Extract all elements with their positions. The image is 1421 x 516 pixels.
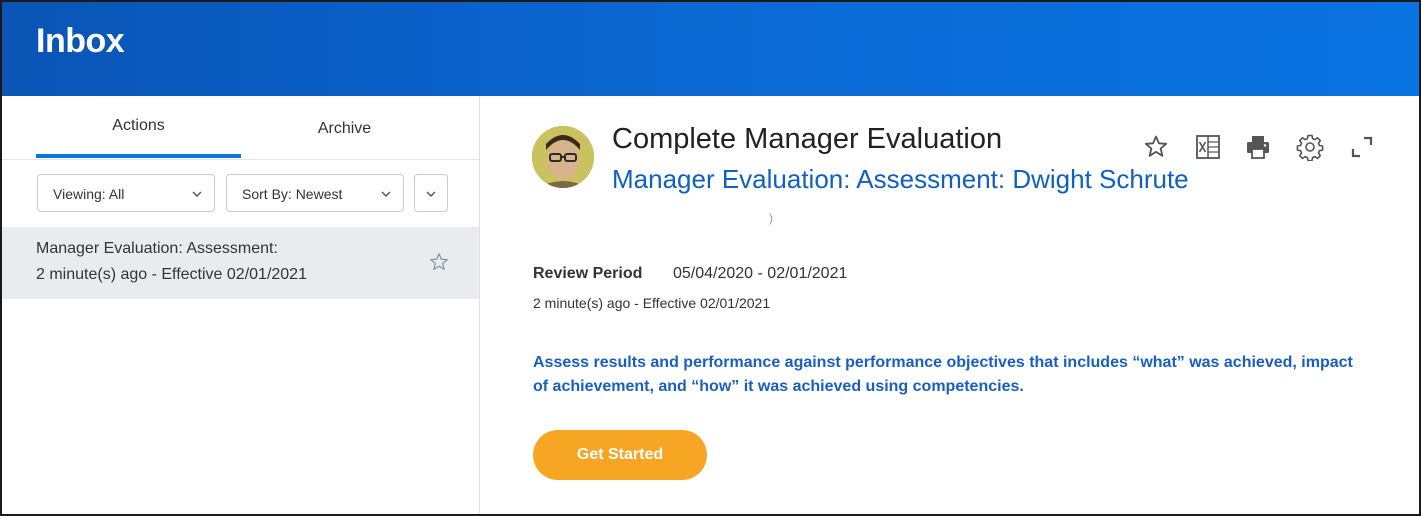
review-period-label: Review Period: [533, 265, 643, 282]
tab-archive[interactable]: Archive: [242, 96, 447, 158]
print-icon[interactable]: [1244, 133, 1272, 161]
task-meta: 2 minute(s) ago - Effective 02/01/2021: [533, 295, 771, 311]
expand-icon[interactable]: [1348, 133, 1376, 161]
page-title: Inbox: [36, 22, 125, 60]
inbox-list-item[interactable]: Manager Evaluation: Assessment: 2 minute…: [2, 227, 479, 299]
active-tab-indicator: [36, 154, 241, 158]
get-started-button[interactable]: Get Started: [533, 430, 707, 480]
inbox-item-subtitle: 2 minute(s) ago - Effective 02/01/2021: [36, 266, 307, 283]
more-filters-button[interactable]: [414, 174, 448, 212]
tab-actions-label: Actions: [112, 117, 165, 134]
gear-icon[interactable]: [1296, 133, 1324, 161]
tab-actions[interactable]: Actions: [36, 96, 241, 158]
viewing-filter-label: Viewing:: [53, 186, 106, 202]
chevron-down-icon: [381, 191, 391, 197]
avatar: [532, 126, 594, 188]
sort-by-value: Newest: [295, 186, 343, 202]
star-icon[interactable]: [1142, 133, 1170, 161]
inbox-item-title: Manager Evaluation: Assessment:: [36, 240, 278, 257]
tab-divider: [2, 159, 479, 160]
app-frame: Inbox Actions Archive Viewing: All Sort …: [0, 0, 1421, 516]
task-subject-link[interactable]: Manager Evaluation: Assessment: Dwight S…: [612, 164, 1189, 195]
viewing-filter-select[interactable]: Viewing: All: [37, 174, 215, 212]
chevron-down-icon: [192, 191, 202, 197]
chevron-down-icon: [426, 191, 436, 197]
sort-by-select[interactable]: Sort By: Newest: [226, 174, 404, 212]
star-outline-icon[interactable]: [428, 251, 450, 273]
inbox-list-panel: Actions Archive Viewing: All Sort By: Ne…: [2, 96, 480, 514]
excel-export-icon[interactable]: [1194, 133, 1222, 161]
task-description: Assess results and performance against p…: [533, 354, 1353, 395]
task-title: Complete Manager Evaluation: [612, 123, 1003, 155]
app-header: Inbox: [2, 2, 1419, 96]
stray-text: ): [769, 211, 773, 225]
viewing-filter-value: All: [108, 186, 125, 202]
review-period-value: 05/04/2020 - 02/01/2021: [673, 265, 848, 282]
tab-archive-label: Archive: [317, 120, 372, 137]
sort-by-label: Sort By:: [242, 186, 292, 202]
